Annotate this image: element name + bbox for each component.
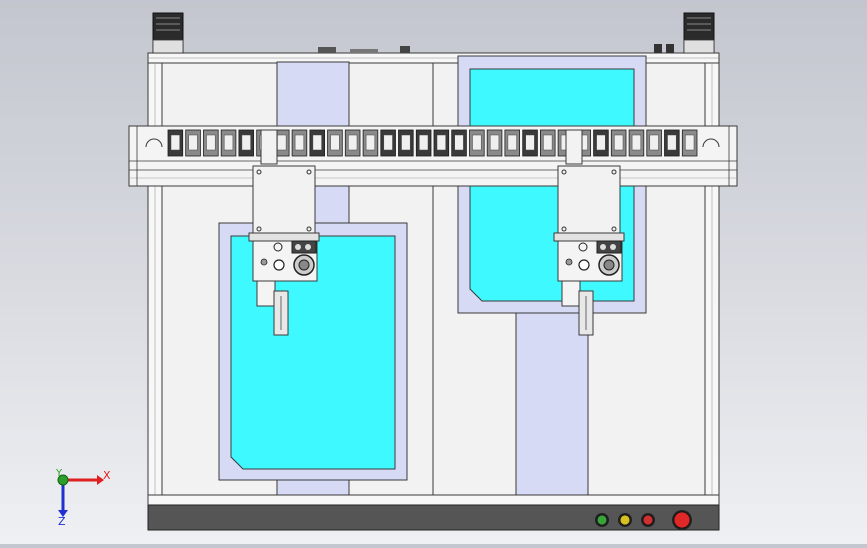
chain-link-window bbox=[188, 134, 198, 151]
axis-triad: X Z Y bbox=[55, 468, 111, 528]
chain-link-window bbox=[330, 134, 340, 151]
y-axis-label: Y bbox=[55, 468, 63, 479]
chain-link-window bbox=[667, 134, 677, 151]
chain-link-window bbox=[614, 134, 624, 151]
chain-link-window bbox=[454, 134, 464, 151]
chain-link-window bbox=[277, 134, 287, 151]
chain-link-window bbox=[419, 134, 429, 151]
chain-link-window bbox=[170, 134, 180, 151]
left-cable-connector bbox=[152, 12, 184, 54]
chain-link-window bbox=[206, 134, 216, 151]
chain-link-window bbox=[241, 134, 251, 151]
yellow-lamp bbox=[619, 514, 631, 526]
gantry-beam bbox=[128, 125, 738, 187]
green-lamp bbox=[596, 514, 608, 526]
machine-drawing: X Z Y bbox=[55, 12, 738, 531]
chain-link-window bbox=[294, 134, 305, 151]
chain-link-window bbox=[436, 134, 446, 151]
chain-link-window bbox=[223, 134, 234, 151]
chain-link-window bbox=[631, 134, 642, 151]
chain-link-window bbox=[383, 134, 393, 151]
chain-link-window bbox=[507, 134, 517, 151]
chain-link-window bbox=[401, 134, 411, 151]
chain-link-window bbox=[685, 134, 695, 151]
chain-link-window bbox=[348, 134, 358, 151]
chain-link-window bbox=[472, 134, 482, 151]
cad-viewport: X Z Y bbox=[0, 0, 867, 544]
chain-link-window bbox=[543, 134, 553, 151]
z-axis-label: Z bbox=[58, 515, 66, 528]
chain-link-window bbox=[365, 134, 376, 151]
chain-link-window bbox=[312, 134, 322, 151]
right-tray-track bbox=[515, 299, 589, 496]
x-axis-label: X bbox=[103, 469, 111, 482]
red-lamp bbox=[642, 514, 654, 526]
chain-link-window bbox=[525, 134, 535, 151]
emergency-stop bbox=[673, 511, 691, 529]
base-plate bbox=[147, 504, 720, 531]
chain-link-window bbox=[649, 134, 659, 151]
chain-link-window bbox=[489, 134, 500, 151]
chain-link-window bbox=[596, 134, 606, 151]
bottom-rail bbox=[147, 494, 720, 506]
right-cable-connector bbox=[683, 12, 715, 54]
top-fittings bbox=[318, 44, 674, 53]
